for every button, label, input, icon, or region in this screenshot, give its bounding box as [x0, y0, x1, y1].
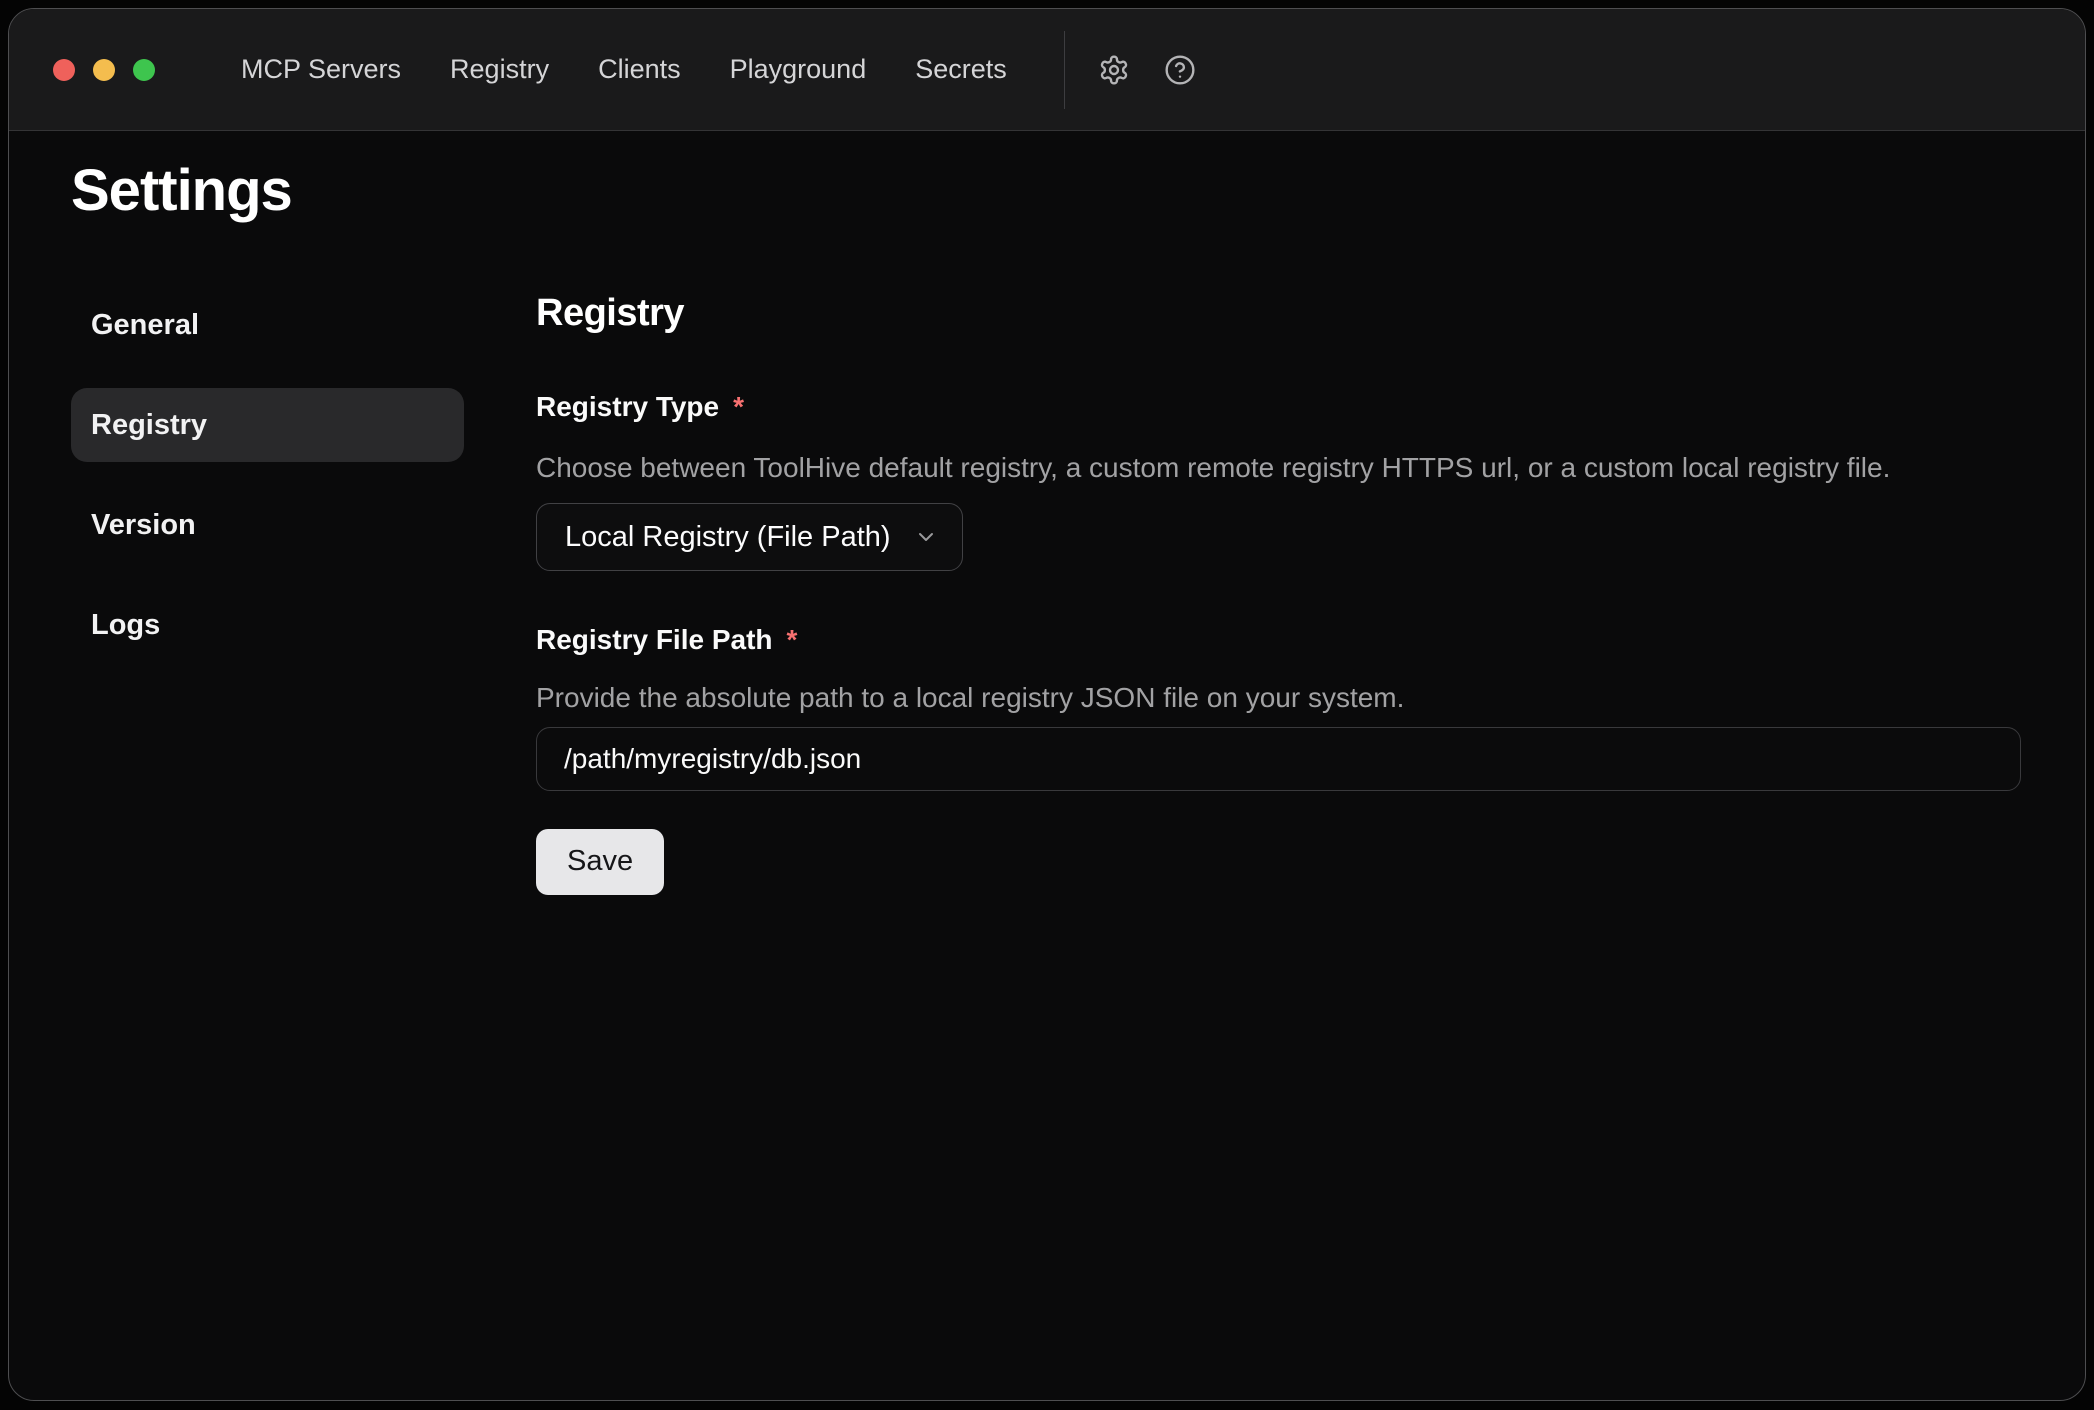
- chevron-down-icon: [914, 525, 938, 549]
- minimize-button[interactable]: [93, 59, 115, 81]
- registry-type-label-row: Registry Type *: [536, 388, 2021, 426]
- registry-file-path-input[interactable]: [536, 727, 2021, 791]
- nav-playground[interactable]: Playground: [730, 54, 867, 85]
- sidebar-item-logs[interactable]: Logs: [71, 588, 464, 662]
- settings-gear-icon[interactable]: [1097, 53, 1131, 87]
- sidebar-item-registry[interactable]: Registry: [71, 388, 464, 462]
- zoom-button[interactable]: [133, 59, 155, 81]
- registry-settings-panel: Registry Registry Type * Choose between …: [536, 292, 2021, 895]
- nav-registry[interactable]: Registry: [450, 54, 549, 85]
- top-nav: MCP Servers Registry Clients Playground …: [241, 54, 1007, 85]
- save-button[interactable]: Save: [536, 829, 664, 895]
- page-title: Settings: [71, 159, 292, 223]
- sidebar-item-general[interactable]: General: [71, 288, 464, 362]
- titlebar: MCP Servers Registry Clients Playground …: [9, 9, 2085, 131]
- registry-type-select[interactable]: Local Registry (File Path): [536, 503, 963, 571]
- traffic-lights: [53, 59, 155, 81]
- required-asterisk: *: [733, 388, 744, 426]
- help-icon[interactable]: [1163, 53, 1197, 87]
- sidebar-item-version[interactable]: Version: [71, 488, 464, 562]
- titlebar-divider: [1064, 31, 1065, 109]
- app-window: MCP Servers Registry Clients Playground …: [8, 8, 2086, 1401]
- nav-secrets[interactable]: Secrets: [915, 54, 1007, 85]
- close-button[interactable]: [53, 59, 75, 81]
- registry-file-path-help-text: Provide the absolute path to a local reg…: [536, 679, 2021, 717]
- registry-file-path-label-row: Registry File Path *: [536, 621, 2021, 659]
- nav-mcp-servers[interactable]: MCP Servers: [241, 54, 401, 85]
- registry-file-path-label: Registry File Path: [536, 621, 773, 659]
- settings-sidebar: General Registry Version Logs: [71, 288, 464, 688]
- required-asterisk: *: [787, 621, 798, 659]
- registry-type-help-text: Choose between ToolHive default registry…: [536, 449, 2021, 487]
- nav-clients[interactable]: Clients: [598, 54, 681, 85]
- section-heading: Registry: [536, 292, 2021, 336]
- registry-type-label: Registry Type: [536, 388, 719, 426]
- registry-type-select-value: Local Registry (File Path): [565, 521, 891, 554]
